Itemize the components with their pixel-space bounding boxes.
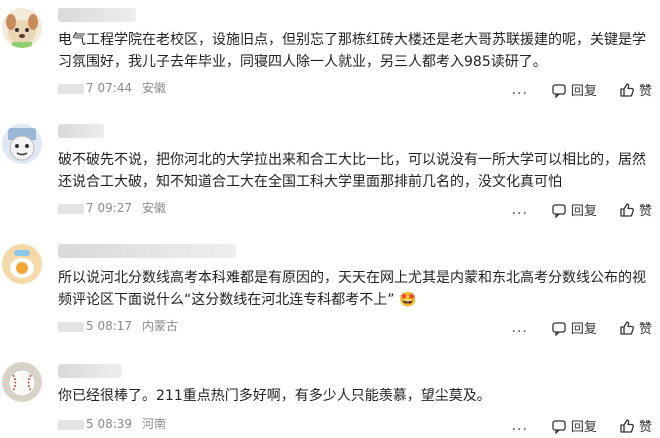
reply-icon <box>552 203 566 218</box>
thumbs-up-icon <box>620 320 634 335</box>
comment-actions: ··· 回复 赞 <box>511 80 652 102</box>
cartoon-face-avatar-icon[interactable] <box>2 124 42 164</box>
like-button[interactable]: 赞 <box>619 318 652 337</box>
like-button[interactable]: 赞 <box>619 416 652 435</box>
thumbs-up-icon <box>620 202 634 217</box>
egg-avatar-icon[interactable] <box>2 244 42 284</box>
comment-text: 你已经很棒了。211重点热门多好啊，有多少人只能羡慕，望尘莫及。 <box>58 388 491 404</box>
username-blurred[interactable] <box>58 244 236 258</box>
more-options-icon[interactable]: ··· <box>511 86 529 102</box>
comment-meta: 5 08:39 河南 <box>58 416 166 432</box>
username-blurred[interactable] <box>58 124 104 138</box>
reply-button[interactable]: 回复 <box>551 200 597 219</box>
comment-item: 破不破先不说，把你河北的大学拉出来和合工大比一比，可以说没有一所大学可以相比的，… <box>0 108 660 222</box>
comment-time: 7 09:27 <box>86 201 133 215</box>
reply-label: 回复 <box>570 420 597 435</box>
reply-button[interactable]: 回复 <box>551 416 597 435</box>
reply-icon <box>552 321 566 336</box>
reply-button[interactable]: 回复 <box>551 80 597 99</box>
comment-text: 电气工程学院在老校区，设施旧点，但别忘了那栋红砖大楼还是老大哥苏联援建的呢，关键… <box>58 32 646 70</box>
comment-time: 5 08:39 <box>86 417 133 431</box>
comment-item: 你已经很棒了。211重点热门多好啊，有多少人只能羡慕，望尘莫及。 5 08:39… <box>0 344 660 438</box>
comment-location: 河南 <box>142 417 167 431</box>
thumbs-up-icon <box>620 418 634 433</box>
like-button[interactable]: 赞 <box>619 80 652 99</box>
comment-text: 所以说河北分数线高考本科难都是有原因的，天天在网上尤其是内蒙和东北高考分数线公布… <box>58 270 646 308</box>
comment-actions: ··· 回复 赞 <box>511 416 652 438</box>
baseball-avatar-icon[interactable] <box>2 362 42 402</box>
dog-avatar-icon[interactable] <box>2 8 42 48</box>
comment-time: 5 08:17 <box>86 319 133 333</box>
comment-actions: ··· 回复 赞 <box>511 200 652 222</box>
reply-label: 回复 <box>570 322 597 337</box>
more-options-icon[interactable]: ··· <box>511 422 529 438</box>
comment-location: 安徽 <box>142 81 167 95</box>
comment-item: 电气工程学院在老校区，设施旧点，但别忘了那栋红砖大楼还是老大哥苏联援建的呢，关键… <box>0 0 660 108</box>
comment-text: 破不破先不说，把你河北的大学拉出来和合工大比一比，可以说没有一所大学可以相比的，… <box>58 152 646 190</box>
like-label: 赞 <box>638 420 652 435</box>
comment-actions: ··· 回复 赞 <box>511 318 652 340</box>
like-button[interactable]: 赞 <box>619 200 652 219</box>
thumbs-up-icon <box>620 82 634 97</box>
comment-meta: 5 08:17 内蒙古 <box>58 318 178 334</box>
reply-label: 回复 <box>570 204 597 219</box>
comment-time: 7 07:44 <box>86 81 133 95</box>
comment-location: 内蒙古 <box>142 319 179 333</box>
comment-meta: 7 09:27 安徽 <box>58 200 166 216</box>
comment-meta: 7 07:44 安徽 <box>58 80 166 96</box>
more-options-icon[interactable]: ··· <box>511 324 529 340</box>
reply-icon <box>552 83 566 98</box>
comment-location: 安徽 <box>142 201 167 215</box>
reply-label: 回复 <box>570 84 597 99</box>
like-label: 赞 <box>638 84 652 99</box>
like-label: 赞 <box>638 322 652 337</box>
like-label: 赞 <box>638 204 652 219</box>
username-blurred[interactable] <box>58 8 136 22</box>
reply-button[interactable]: 回复 <box>551 318 597 337</box>
reply-icon <box>552 419 566 434</box>
comment-item: 所以说河北分数线高考本科难都是有原因的，天天在网上尤其是内蒙和东北高考分数线公布… <box>0 220 660 344</box>
username-blurred[interactable] <box>58 364 122 378</box>
